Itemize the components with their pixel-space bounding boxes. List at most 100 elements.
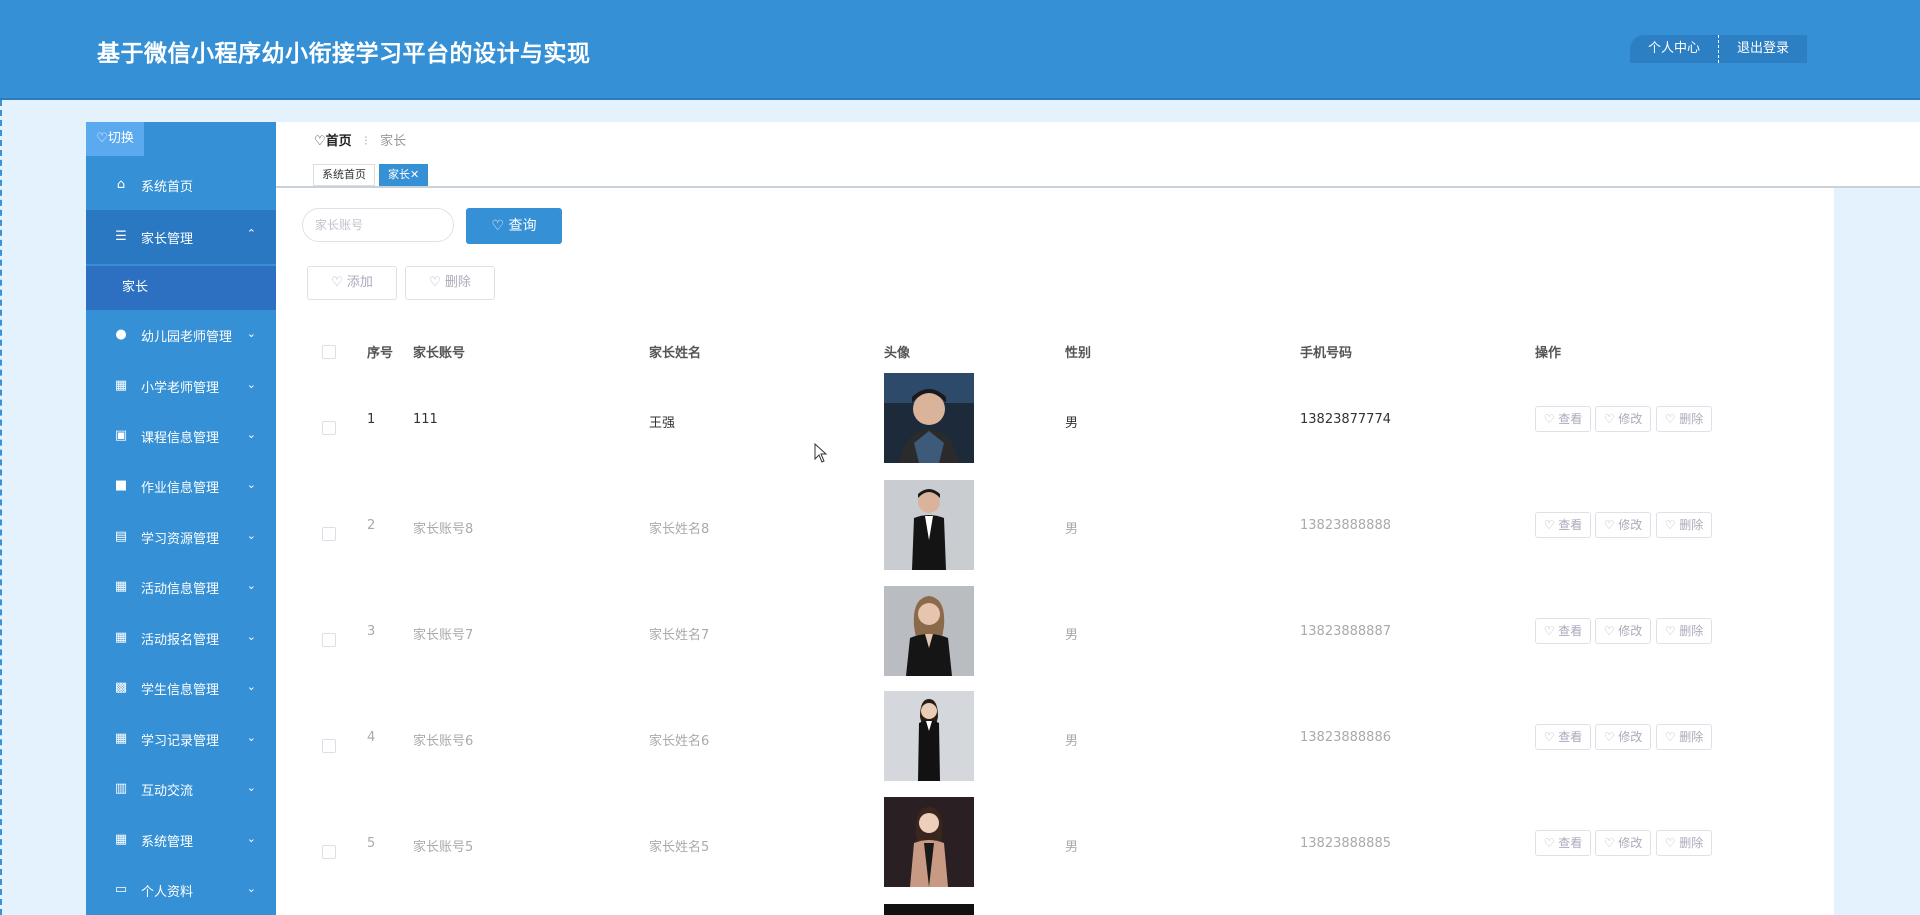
sidebar-item-activity-signup[interactable]: ▦ 活动报名管理 ⌄	[86, 613, 276, 663]
row-checkbox[interactable]	[322, 633, 336, 647]
col-header-actions: 操作	[1535, 346, 1562, 361]
row-view-button[interactable]: ♡ 查看	[1535, 830, 1591, 856]
heart-icon: ♡	[1603, 518, 1619, 532]
logout-button[interactable]: 退出登录	[1717, 35, 1807, 63]
sidebar-item-kindergarten-teacher[interactable]: ● 幼儿园老师管理 ⌄	[86, 310, 276, 360]
chevron-down-icon: ⌄	[246, 680, 256, 693]
sidebar-item-activity[interactable]: ▦ 活动信息管理 ⌄	[86, 562, 276, 612]
breadcrumb-home[interactable]: ♡首页	[314, 134, 352, 149]
row-account: 家长账号8	[413, 522, 474, 537]
row-delete-button[interactable]: ♡ 删除	[1656, 724, 1712, 750]
chevron-down-icon: ⌄	[246, 630, 256, 643]
row-phone: 13823888888	[1300, 518, 1391, 533]
sidebar-item-interaction[interactable]: ▥ 互动交流 ⌄	[86, 764, 276, 814]
delete-button[interactable]: ♡ 删除	[405, 266, 495, 300]
chevron-down-icon: ⌄	[246, 327, 256, 340]
sidebar-item-label: 系统管理	[141, 834, 194, 850]
breadcrumb-separator: ⁝	[363, 134, 368, 149]
row-view-button[interactable]: ♡ 查看	[1535, 512, 1591, 538]
col-header-account: 家长账号	[413, 346, 466, 361]
app-title: 基于微信小程序幼小衔接学习平台的设计与实现	[97, 41, 591, 67]
heart-icon: ♡	[1603, 730, 1619, 744]
heart-icon: ♡	[1543, 518, 1559, 532]
tab-system-home[interactable]: 系统首页	[313, 164, 375, 186]
sidebar-toggle-button[interactable]: ♡切换	[86, 122, 144, 156]
sidebar-item-label: 家长管理	[141, 231, 194, 247]
mouse-cursor-icon	[814, 443, 828, 463]
row-edit-button[interactable]: ♡ 修改	[1595, 618, 1651, 644]
parent-account-search-input[interactable]	[302, 208, 454, 242]
row-delete-button[interactable]: ♡ 删除	[1656, 512, 1712, 538]
row-name: 家长姓名7	[649, 628, 710, 643]
sidebar-item-label: 作业信息管理	[141, 480, 220, 496]
edit-label: 修改	[1618, 836, 1643, 850]
left-dashed-border	[0, 100, 2, 915]
delete-label: 删除	[1679, 624, 1704, 638]
row-delete-button[interactable]: ♡ 删除	[1656, 618, 1712, 644]
sidebar-subitem-parent[interactable]: 家长	[86, 266, 276, 310]
row-edit-button[interactable]: ♡ 修改	[1595, 512, 1651, 538]
sidebar-item-parent-manage[interactable]: ☰ 家长管理 ⌃	[86, 210, 276, 264]
row-name: 王强	[649, 416, 676, 431]
table-icon: ▩	[114, 680, 128, 695]
sidebar-item-label: 活动报名管理	[141, 632, 220, 648]
row-view-button[interactable]: ♡ 查看	[1535, 724, 1591, 750]
sidebar-item-system[interactable]: ▦ 系统管理 ⌄	[86, 815, 276, 865]
row-checkbox[interactable]	[322, 527, 336, 541]
row-delete-button[interactable]: ♡ 删除	[1656, 830, 1712, 856]
row-phone: 13823888885	[1300, 836, 1391, 851]
row-checkbox[interactable]	[322, 845, 336, 859]
breadcrumb-home-label: 首页	[325, 134, 352, 149]
sidebar-item-primary-teacher[interactable]: ▦ 小学老师管理 ⌄	[86, 361, 276, 411]
view-label: 查看	[1558, 518, 1583, 532]
row-edit-button[interactable]: ♡ 修改	[1595, 406, 1651, 432]
chevron-down-icon: ⌄	[246, 378, 256, 391]
row-account: 家长账号6	[413, 734, 474, 749]
sidebar-item-resource[interactable]: ▤ 学习资源管理 ⌄	[86, 512, 276, 562]
row-edit-button[interactable]: ♡ 修改	[1595, 830, 1651, 856]
chevron-up-icon: ⌃	[246, 227, 256, 240]
sidebar-item-label: 小学老师管理	[141, 380, 220, 396]
sidebar-item-homework[interactable]: ■ 作业信息管理 ⌄	[86, 461, 276, 511]
add-button[interactable]: ♡ 添加	[307, 266, 397, 300]
query-button-label: 查询	[508, 218, 537, 234]
sidebar-item-profile[interactable]: ▭ 个人资料 ⌄	[86, 865, 276, 915]
query-button[interactable]: ♡ 查询	[466, 208, 562, 244]
sidebar-item-student[interactable]: ▩ 学生信息管理 ⌄	[86, 663, 276, 713]
row-checkbox[interactable]	[322, 739, 336, 753]
row-delete-button[interactable]: ♡ 删除	[1656, 406, 1712, 432]
sidebar-item-label: 课程信息管理	[141, 430, 220, 446]
sidebar-item-label: 幼儿园老师管理	[141, 329, 233, 345]
row-view-button[interactable]: ♡ 查看	[1535, 406, 1591, 432]
sidebar-item-course[interactable]: ▣ 课程信息管理 ⌄	[86, 411, 276, 461]
row-checkbox[interactable]	[322, 421, 336, 435]
col-header-name: 家长姓名	[649, 346, 702, 361]
sidebar-item-home[interactable]: ⌂ 系统首页	[86, 160, 276, 210]
select-all-checkbox[interactable]	[322, 345, 336, 359]
main-content: ♡首页 ⁝ 家长 系统首页 家长✕ ♡ 查询 ♡ 添加 ♡ 删除 序号 家长账号…	[276, 122, 1920, 915]
user-icon: ●	[115, 327, 127, 342]
grid-icon: ▦	[114, 731, 128, 746]
col-header-phone: 手机号码	[1300, 346, 1353, 361]
row-index: 3	[367, 624, 376, 639]
view-label: 查看	[1558, 730, 1583, 744]
clipboard-icon: ▥	[114, 781, 128, 796]
heart-icon: ♡	[429, 275, 445, 290]
row-view-button[interactable]: ♡ 查看	[1535, 618, 1591, 644]
chat-icon: ■	[114, 478, 128, 493]
row-edit-button[interactable]: ♡ 修改	[1595, 724, 1651, 750]
grid-icon: ▦	[114, 630, 128, 645]
profile-center-button[interactable]: 个人中心	[1630, 35, 1718, 63]
tab-parent[interactable]: 家长✕	[379, 164, 429, 186]
heart-icon: ♡	[1664, 412, 1680, 426]
sidebar-item-study-record[interactable]: ▦ 学习记录管理 ⌄	[86, 714, 276, 764]
chevron-down-icon: ⌄	[246, 731, 256, 744]
row-phone: 13823888886	[1300, 730, 1391, 745]
heart-icon: ♡	[1543, 730, 1559, 744]
heart-icon: ♡	[1603, 836, 1619, 850]
toggle-label: 切换	[107, 131, 134, 146]
sidebar-item-label: 个人资料	[141, 884, 194, 900]
add-button-label: 添加	[346, 275, 373, 290]
chevron-down-icon: ⌄	[246, 529, 256, 542]
avatar	[884, 373, 974, 463]
